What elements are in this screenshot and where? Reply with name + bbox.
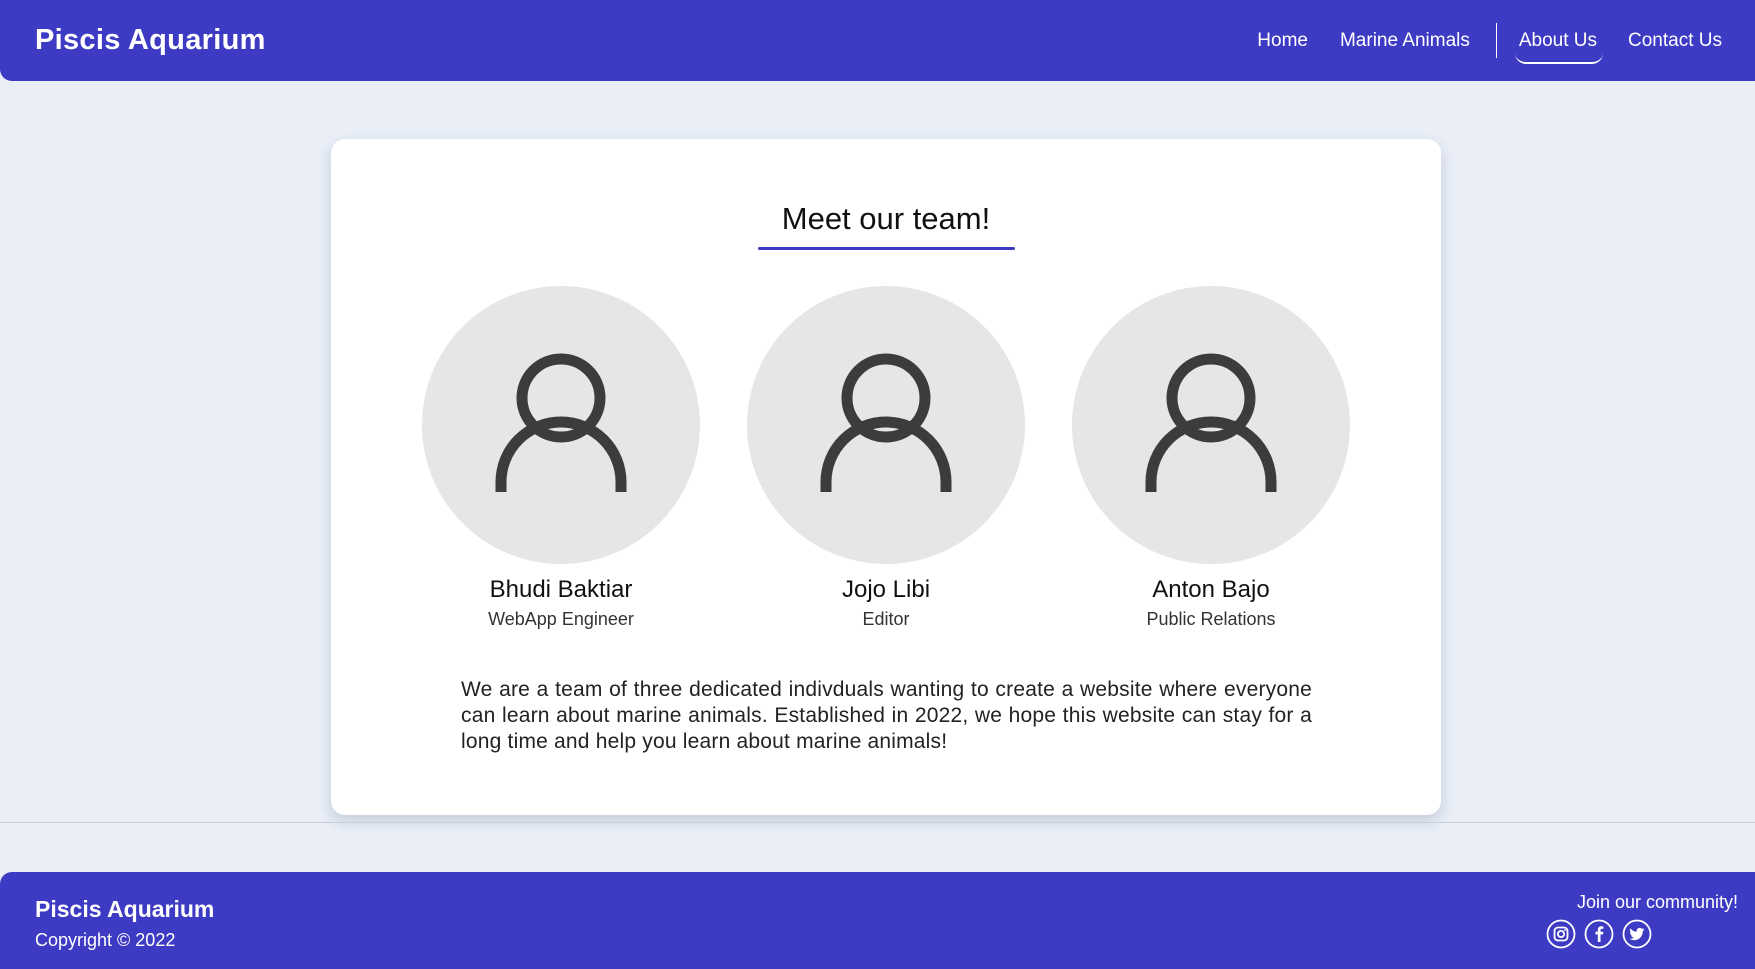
team-description: We are a team of three dedicated indivdu… [461, 678, 1312, 753]
brand-logo[interactable]: Piscis Aquarium [35, 24, 266, 57]
nav-marine-animals-link[interactable]: Marine Animals [1340, 30, 1470, 52]
team-title: Meet our team! [781, 201, 991, 236]
title-underline [758, 247, 1015, 250]
user-icon [495, 353, 627, 492]
nav-divider [1495, 23, 1497, 58]
member-name: Anton Bajo [1152, 576, 1270, 603]
nav-about-us-link[interactable]: About Us [1514, 29, 1604, 64]
member-name: Bhudi Baktiar [489, 576, 633, 603]
member-role: WebApp Engineer [488, 609, 634, 629]
avatar [747, 286, 1025, 564]
divider [0, 822, 1755, 823]
instagram-icon[interactable] [1546, 919, 1576, 949]
navbar: Piscis Aquarium Home Marine Animals Abou… [0, 0, 1755, 81]
avatar [1072, 286, 1350, 564]
twitter-icon[interactable] [1622, 919, 1652, 949]
user-icon [820, 353, 952, 492]
team-card: Meet our team! Bhudi Baktiar WebApp Engi… [331, 139, 1441, 815]
avatar [422, 286, 700, 564]
nav-links: Home Marine Animals About Us Contact Us [1257, 0, 1722, 81]
team-member: Bhudi Baktiar WebApp Engineer [421, 286, 701, 630]
user-icon [1145, 353, 1277, 492]
nav-about-us-label: About Us [1518, 29, 1598, 51]
nav-home-link[interactable]: Home [1257, 30, 1308, 52]
nav-contact-us-link[interactable]: Contact Us [1628, 30, 1722, 52]
copyright-text: Copyright © 2022 [35, 930, 176, 950]
member-name: Jojo Libi [841, 576, 931, 603]
social-links [1546, 919, 1660, 949]
facebook-icon[interactable] [1584, 919, 1614, 949]
team-member: Anton Bajo Public Relations [1071, 286, 1351, 630]
team-member: Jojo Libi Editor [746, 286, 1026, 630]
active-nav-indicator [1514, 53, 1604, 64]
join-community-text: Join our community! [1576, 892, 1738, 912]
member-role: Editor [862, 609, 910, 629]
member-role: Public Relations [1146, 609, 1276, 629]
footer: Piscis Aquarium Copyright © 2022 Join ou… [0, 872, 1755, 969]
footer-brand: Piscis Aquarium [35, 896, 215, 922]
